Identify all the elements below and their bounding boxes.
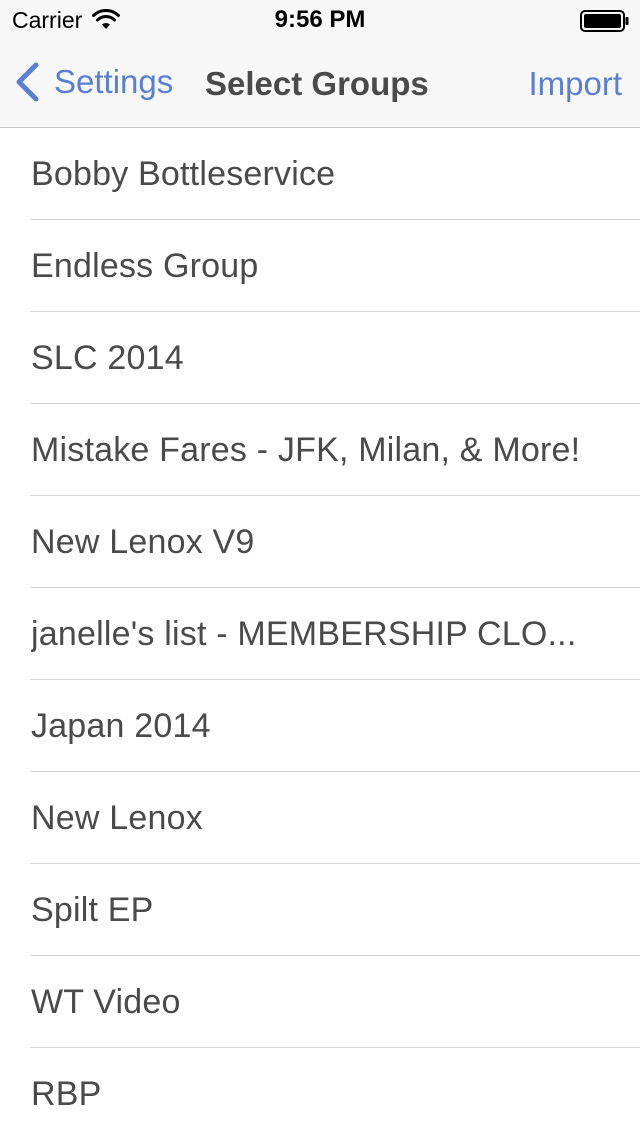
- group-row[interactable]: SLC 2014: [0, 312, 640, 404]
- group-row[interactable]: New Lenox V9: [0, 496, 640, 588]
- group-row[interactable]: Japan 2014: [0, 680, 640, 772]
- group-label: janelle's list - MEMBERSHIP CLO...: [31, 614, 577, 653]
- chevron-left-icon: [16, 62, 39, 102]
- back-button-label: Settings: [54, 63, 174, 100]
- group-row[interactable]: Endless Group: [0, 220, 640, 312]
- page-title: Select Groups: [205, 65, 429, 102]
- back-button[interactable]: Settings: [14, 62, 173, 102]
- group-row[interactable]: RBP: [0, 1048, 640, 1140]
- group-label: Japan 2014: [31, 706, 211, 745]
- status-bar: Carrier 9:56 PM: [0, 0, 640, 40]
- group-row[interactable]: WT Video: [0, 956, 640, 1048]
- groups-list: Bobby Bottleservice Endless Group SLC 20…: [0, 128, 640, 1140]
- group-row[interactable]: New Lenox: [0, 772, 640, 864]
- group-label: SLC 2014: [31, 338, 184, 377]
- group-label: WT Video: [31, 982, 181, 1021]
- group-row[interactable]: Bobby Bottleservice: [0, 128, 640, 220]
- import-button[interactable]: Import: [528, 64, 622, 104]
- group-label: New Lenox V9: [31, 522, 255, 561]
- group-row[interactable]: Spilt EP: [0, 864, 640, 956]
- battery-icon: [580, 10, 629, 32]
- clock: 9:56 PM: [274, 6, 366, 33]
- group-row[interactable]: janelle's list - MEMBERSHIP CLO...: [0, 588, 640, 680]
- group-label: Bobby Bottleservice: [31, 154, 336, 193]
- group-label: Endless Group: [31, 246, 259, 285]
- navigation-bar: Settings Select Groups Import: [0, 40, 640, 128]
- top-bar: Carrier 9:56 PM Settings Select Groups I…: [0, 0, 640, 128]
- group-label: RBP: [31, 1074, 102, 1113]
- group-label: Mistake Fares - JFK, Milan, & More!: [31, 430, 581, 469]
- group-label: Spilt EP: [31, 890, 154, 929]
- group-row[interactable]: Mistake Fares - JFK, Milan, & More!: [0, 404, 640, 496]
- group-label: New Lenox: [31, 798, 203, 837]
